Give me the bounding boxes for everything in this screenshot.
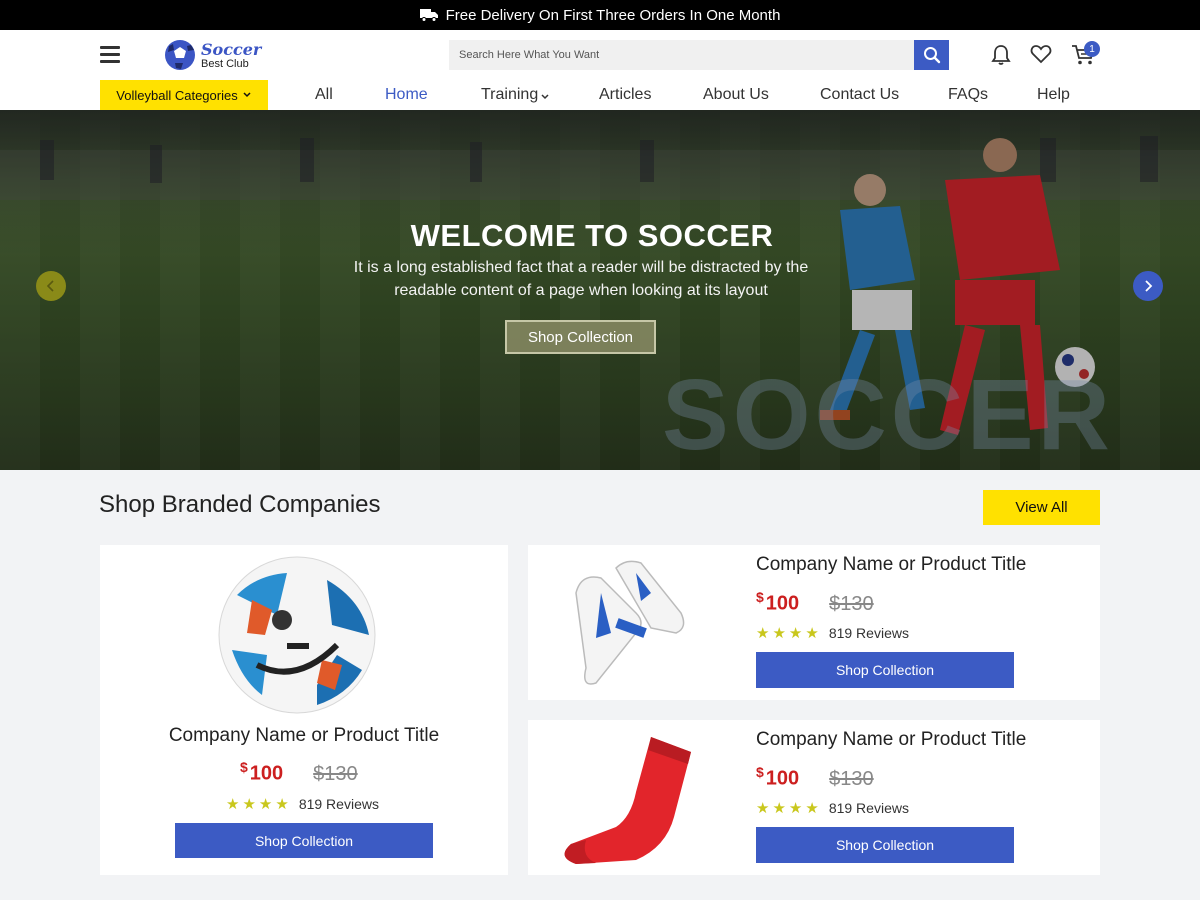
product-rating: ★ ★ ★ ★ 819 Reviews xyxy=(226,795,379,813)
bell-icon[interactable] xyxy=(991,44,1011,66)
product-card: Company Name or Product Title $100 $130 … xyxy=(528,545,1100,700)
star-icon: ★ xyxy=(756,625,770,642)
review-count[interactable]: 819 Reviews xyxy=(829,625,909,641)
product-prices: $100 $130 xyxy=(240,759,358,786)
star-icon: ★ xyxy=(788,800,803,817)
search-icon xyxy=(923,47,940,64)
star-icon: ★ xyxy=(772,800,786,817)
promo-text: Free Delivery On First Three Orders In O… xyxy=(445,6,781,24)
carousel-prev-button[interactable] xyxy=(36,271,66,301)
hero-shop-button[interactable]: Shop Collection xyxy=(505,320,656,354)
nav-label: Contact Us xyxy=(820,86,900,103)
hero-description: It is a long established fact that a rea… xyxy=(353,259,809,299)
star-icon: ★ xyxy=(756,800,770,817)
cart-count-badge: 1 xyxy=(1084,41,1100,57)
header: Soccer Best Club 1 Volleyball Categories… xyxy=(0,30,1200,110)
product-title[interactable]: Company Name or Product Title xyxy=(756,554,1026,576)
star-icon: ★ xyxy=(805,800,819,817)
product-card: Company Name or Product Title $100 $130 … xyxy=(528,720,1100,875)
search-input[interactable] xyxy=(449,40,914,70)
carousel-next-button[interactable] xyxy=(1133,271,1163,301)
nav-item-help[interactable]: Help xyxy=(1037,80,1070,110)
menu-icon[interactable] xyxy=(100,46,120,64)
shop-collection-button[interactable]: Shop Collection xyxy=(756,652,1014,688)
shop-collection-button[interactable]: Shop Collection xyxy=(175,823,433,858)
product-card: Company Name or Product Title $100 $130 … xyxy=(100,545,508,875)
star-icon: ★ xyxy=(788,625,803,642)
hero-title: WELCOME TO SOCCER xyxy=(410,218,774,253)
logo-ball-icon xyxy=(165,40,195,70)
star-icon: ★ xyxy=(258,796,273,813)
view-all-button[interactable]: View All xyxy=(983,490,1100,525)
chevron-down-icon xyxy=(243,92,251,98)
product-title[interactable]: Company Name or Product Title xyxy=(100,725,508,747)
red-sock-image xyxy=(564,737,691,864)
section-title: Shop Branded Companies xyxy=(99,491,381,518)
star-icon: ★ xyxy=(242,796,256,813)
product-title[interactable]: Company Name or Product Title xyxy=(756,729,1026,751)
logo[interactable]: Soccer Best Club xyxy=(163,38,263,72)
soccer-ball-image xyxy=(218,556,376,714)
star-icon: ★ xyxy=(226,796,240,813)
star-icon: ★ xyxy=(772,625,786,642)
nav-item-home[interactable]: Home xyxy=(385,80,428,110)
logo-title: Soccer xyxy=(201,40,262,59)
product-old-price: $130 xyxy=(829,592,874,615)
review-count[interactable]: 819 Reviews xyxy=(299,796,379,812)
star-icon: ★ xyxy=(275,796,289,813)
review-count[interactable]: 819 Reviews xyxy=(829,800,909,816)
hero-banner: SOCCER WELCOME TO SOCCER It is a long es… xyxy=(0,110,1200,470)
product-rating: ★ ★ ★ ★ 819 Reviews xyxy=(756,624,909,642)
nav-item-training[interactable]: Training xyxy=(481,80,550,110)
product-old-price: $130 xyxy=(313,762,358,785)
nav-label: Help xyxy=(1037,86,1070,103)
nav-item-all[interactable]: All xyxy=(315,80,333,110)
product-rating: ★ ★ ★ ★ 819 Reviews xyxy=(756,799,909,817)
nav-item-articles[interactable]: Articles xyxy=(599,80,651,110)
product-prices: $100 $130 xyxy=(756,589,874,616)
product-price: $100 xyxy=(756,764,800,790)
soccer-shoes-image xyxy=(575,560,685,685)
chevron-left-icon xyxy=(46,280,54,292)
nav-item-faqs[interactable]: FAQs xyxy=(948,80,988,110)
chevron-down-icon xyxy=(541,94,549,100)
product-prices: $100 $130 xyxy=(756,764,874,791)
search-button[interactable] xyxy=(914,40,949,70)
product-price: $100 xyxy=(756,589,800,615)
nav-label: Articles xyxy=(599,86,652,103)
shop-collection-button[interactable]: Shop Collection xyxy=(756,827,1014,863)
heart-icon[interactable] xyxy=(1030,44,1052,64)
nav-label: All xyxy=(315,86,333,103)
nav-item-about-us[interactable]: About Us xyxy=(703,80,769,110)
chevron-right-icon xyxy=(1145,280,1153,292)
categories-dropdown[interactable]: Volleyball Categories xyxy=(100,80,268,110)
truck-icon xyxy=(419,9,438,22)
star-icon: ★ xyxy=(805,625,819,642)
nav-label: FAQs xyxy=(948,86,989,103)
nav-label: Training xyxy=(481,86,539,103)
nav-label: About Us xyxy=(703,86,769,103)
categories-label: Volleyball Categories xyxy=(116,87,238,103)
product-price: $100 xyxy=(240,759,284,785)
search-bar xyxy=(449,40,949,70)
nav-label: Home xyxy=(385,86,428,103)
logo-subtitle: Best Club xyxy=(201,58,249,70)
hero-watermark: SOCCER xyxy=(662,359,1114,470)
product-old-price: $130 xyxy=(829,767,874,790)
nav-item-contact-us[interactable]: Contact Us xyxy=(820,80,899,110)
promo-bar: Free Delivery On First Three Orders In O… xyxy=(0,0,1200,30)
